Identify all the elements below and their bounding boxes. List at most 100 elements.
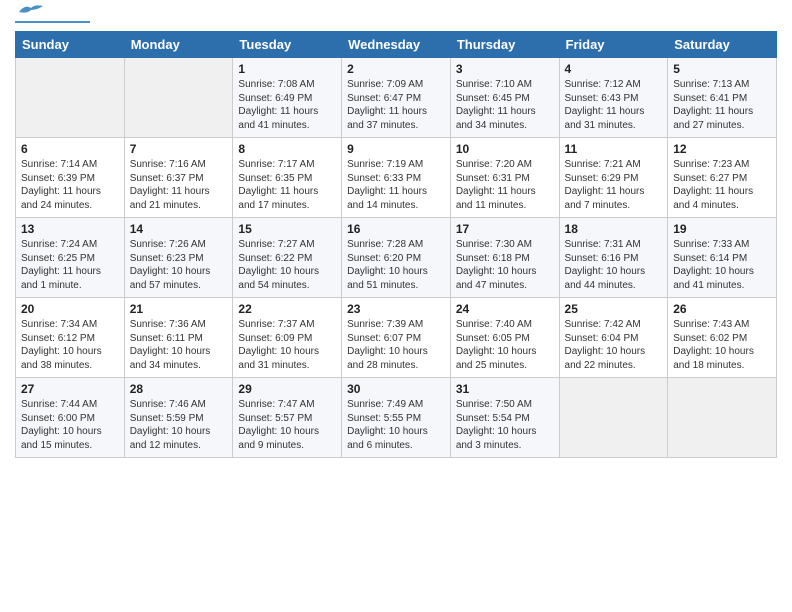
col-header-thursday: Thursday (450, 32, 559, 58)
logo (15, 10, 90, 23)
col-header-friday: Friday (559, 32, 668, 58)
day-cell: 31Sunrise: 7:50 AM Sunset: 5:54 PM Dayli… (450, 378, 559, 458)
day-number: 9 (347, 142, 445, 156)
logo-bird-icon (17, 2, 45, 20)
day-info: Sunrise: 7:49 AM Sunset: 5:55 PM Dayligh… (347, 398, 445, 452)
day-info: Sunrise: 7:34 AM Sunset: 6:12 PM Dayligh… (21, 318, 119, 372)
day-cell: 25 Sunrise: 7:42 AM Sunset: 6:04 PM Dayli… (559, 298, 668, 378)
day-info: Sunrise: 7:30 AM Sunset: 6:18 PM Dayligh… (456, 238, 554, 292)
day-cell: 2Sunrise: 7:09 AM Sunset: 6:47 PM Daylig… (342, 58, 451, 138)
day-info: Sunrise: 7:17 AM Sunset: 6:35 PM Dayligh… (238, 158, 336, 212)
day-number: 12 (673, 142, 771, 156)
week-row-1: 1 Sunrise: 7:08 AM Sunset: 6:49 PM Daylig… (16, 58, 777, 138)
day-info: Sunrise: 7:21 AM Sunset: 6:29 PM Dayligh… (565, 158, 663, 212)
day-cell: 29 Sunrise: 7:47 AM Sunset: 5:57 PM Dayli… (233, 378, 342, 458)
day-info: Sunrise: 7:42 AM Sunset: 6:04 PM Dayligh… (565, 318, 663, 372)
day-number: 11 (565, 142, 663, 156)
day-cell: 6 Sunrise: 7:14 AM Sunset: 6:39 PM Daylig… (16, 138, 125, 218)
col-header-saturday: Saturday (668, 32, 777, 58)
day-info: Sunrise: 7:28 AM Sunset: 6:20 PM Dayligh… (347, 238, 445, 292)
day-cell: 4 Sunrise: 7:12 AM Sunset: 6:43 PM Daylig… (559, 58, 668, 138)
day-info: Sunrise: 7:19 AM Sunset: 6:33 PM Dayligh… (347, 158, 445, 212)
day-info: Sunrise: 7:20 AM Sunset: 6:31 PM Dayligh… (456, 158, 554, 212)
day-cell: 7 Sunrise: 7:16 AM Sunset: 6:37 PM Daylig… (124, 138, 233, 218)
day-number: 1 (238, 62, 336, 76)
col-header-sunday: Sunday (16, 32, 125, 58)
day-number: 17 (456, 222, 554, 236)
day-info: Sunrise: 7:39 AM Sunset: 6:07 PM Dayligh… (347, 318, 445, 372)
col-header-monday: Monday (124, 32, 233, 58)
day-number: 18 (565, 222, 663, 236)
day-number: 26 (673, 302, 771, 316)
day-cell: 3 Sunrise: 7:10 AM Sunset: 6:45 PM Daylig… (450, 58, 559, 138)
day-info: Sunrise: 7:36 AM Sunset: 6:11 PM Dayligh… (130, 318, 228, 372)
day-number: 22 (238, 302, 336, 316)
day-info: Sunrise: 7:12 AM Sunset: 6:43 PM Dayligh… (565, 78, 663, 132)
week-row-2: 6 Sunrise: 7:14 AM Sunset: 6:39 PM Daylig… (16, 138, 777, 218)
day-number: 16 (347, 222, 445, 236)
day-number: 15 (238, 222, 336, 236)
day-cell: 20 Sunrise: 7:34 AM Sunset: 6:12 PM Dayli… (16, 298, 125, 378)
calendar-table: SundayMondayTuesdayWednesdayThursdayFrid… (15, 31, 777, 458)
day-cell: 17 Sunrise: 7:30 AM Sunset: 6:18 PM Dayli… (450, 218, 559, 298)
day-number: 28 (130, 382, 228, 396)
day-number: 24 (456, 302, 554, 316)
day-info: Sunrise: 7:23 AM Sunset: 6:27 PM Dayligh… (673, 158, 771, 212)
day-number: 30 (347, 382, 445, 396)
day-number: 10 (456, 142, 554, 156)
col-header-tuesday: Tuesday (233, 32, 342, 58)
day-cell: 14 Sunrise: 7:26 AM Sunset: 6:23 PM Dayli… (124, 218, 233, 298)
logo-underline (15, 21, 90, 23)
day-cell (16, 58, 125, 138)
day-number: 21 (130, 302, 228, 316)
day-number: 4 (565, 62, 663, 76)
day-number: 8 (238, 142, 336, 156)
day-cell (559, 378, 668, 458)
day-info: Sunrise: 7:16 AM Sunset: 6:37 PM Dayligh… (130, 158, 228, 212)
day-cell: 12 Sunrise: 7:23 AM Sunset: 6:27 PM Dayli… (668, 138, 777, 218)
day-cell (668, 378, 777, 458)
day-number: 6 (21, 142, 119, 156)
day-info: Sunrise: 7:43 AM Sunset: 6:02 PM Dayligh… (673, 318, 771, 372)
day-info: Sunrise: 7:47 AM Sunset: 5:57 PM Dayligh… (238, 398, 336, 452)
day-number: 13 (21, 222, 119, 236)
day-number: 14 (130, 222, 228, 236)
day-cell (124, 58, 233, 138)
day-number: 7 (130, 142, 228, 156)
week-row-5: 27Sunrise: 7:44 AM Sunset: 6:00 PM Dayli… (16, 378, 777, 458)
day-cell: 1 Sunrise: 7:08 AM Sunset: 6:49 PM Daylig… (233, 58, 342, 138)
day-cell: 15 Sunrise: 7:27 AM Sunset: 6:22 PM Dayli… (233, 218, 342, 298)
day-cell: 23 Sunrise: 7:39 AM Sunset: 6:07 PM Dayli… (342, 298, 451, 378)
day-number: 25 (565, 302, 663, 316)
day-info: Sunrise: 7:08 AM Sunset: 6:49 PM Dayligh… (238, 78, 336, 132)
day-cell: 22Sunrise: 7:37 AM Sunset: 6:09 PM Dayli… (233, 298, 342, 378)
day-cell: 5Sunrise: 7:13 AM Sunset: 6:41 PM Daylig… (668, 58, 777, 138)
day-cell: 16 Sunrise: 7:28 AM Sunset: 6:20 PM Dayli… (342, 218, 451, 298)
day-info: Sunrise: 7:14 AM Sunset: 6:39 PM Dayligh… (21, 158, 119, 212)
day-number: 31 (456, 382, 554, 396)
week-row-4: 20 Sunrise: 7:34 AM Sunset: 6:12 PM Dayli… (16, 298, 777, 378)
day-cell: 13Sunrise: 7:24 AM Sunset: 6:25 PM Dayli… (16, 218, 125, 298)
day-cell: 9 Sunrise: 7:19 AM Sunset: 6:33 PM Daylig… (342, 138, 451, 218)
day-cell: 28 Sunrise: 7:46 AM Sunset: 5:59 PM Dayli… (124, 378, 233, 458)
day-cell: 19Sunrise: 7:33 AM Sunset: 6:14 PM Dayli… (668, 218, 777, 298)
day-cell: 30 Sunrise: 7:49 AM Sunset: 5:55 PM Dayli… (342, 378, 451, 458)
day-info: Sunrise: 7:46 AM Sunset: 5:59 PM Dayligh… (130, 398, 228, 452)
day-info: Sunrise: 7:10 AM Sunset: 6:45 PM Dayligh… (456, 78, 554, 132)
day-info: Sunrise: 7:31 AM Sunset: 6:16 PM Dayligh… (565, 238, 663, 292)
day-number: 19 (673, 222, 771, 236)
day-info: Sunrise: 7:27 AM Sunset: 6:22 PM Dayligh… (238, 238, 336, 292)
page-container: SundayMondayTuesdayWednesdayThursdayFrid… (0, 0, 792, 468)
day-cell: 24Sunrise: 7:40 AM Sunset: 6:05 PM Dayli… (450, 298, 559, 378)
day-number: 29 (238, 382, 336, 396)
week-row-3: 13Sunrise: 7:24 AM Sunset: 6:25 PM Dayli… (16, 218, 777, 298)
day-cell: 21 Sunrise: 7:36 AM Sunset: 6:11 PM Dayli… (124, 298, 233, 378)
day-info: Sunrise: 7:26 AM Sunset: 6:23 PM Dayligh… (130, 238, 228, 292)
day-number: 2 (347, 62, 445, 76)
day-number: 3 (456, 62, 554, 76)
day-number: 23 (347, 302, 445, 316)
day-number: 20 (21, 302, 119, 316)
day-cell: 27Sunrise: 7:44 AM Sunset: 6:00 PM Dayli… (16, 378, 125, 458)
day-cell: 8 Sunrise: 7:17 AM Sunset: 6:35 PM Daylig… (233, 138, 342, 218)
day-info: Sunrise: 7:13 AM Sunset: 6:41 PM Dayligh… (673, 78, 771, 132)
